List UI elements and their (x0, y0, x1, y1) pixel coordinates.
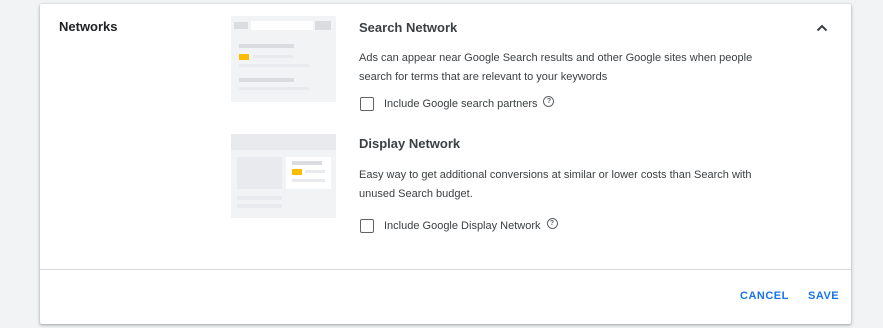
search-partners-checkbox[interactable] (360, 97, 374, 111)
collapse-button[interactable] (812, 19, 832, 37)
display-network-title: Display Network (359, 136, 461, 151)
search-partners-label: Include Google search partners (384, 98, 538, 110)
help-circle-icon[interactable]: ? (543, 95, 555, 107)
chevron-up-icon (816, 24, 828, 32)
search-network-description: Ads can appear near Google Search result… (359, 52, 753, 83)
search-network-title: Search Network (359, 20, 458, 35)
footer-divider (40, 269, 851, 270)
section-title: Networks (59, 19, 118, 34)
display-network-label: Include Google Display Network (384, 220, 541, 232)
help-circle-icon[interactable]: ? (546, 217, 558, 229)
save-button[interactable]: SAVE (808, 290, 839, 302)
display-network-checkbox[interactable] (360, 219, 374, 233)
display-network-illustration (231, 134, 336, 218)
search-partners-option[interactable]: Include Google search partners ? (360, 95, 555, 111)
networks-card: Networks Search Network Ads can appear n… (40, 4, 851, 324)
search-network-illustration (231, 16, 336, 102)
display-network-option[interactable]: Include Google Display Network ? (360, 217, 558, 233)
cancel-button[interactable]: CANCEL (740, 290, 789, 302)
display-network-description: Easy way to get additional conversions a… (359, 169, 752, 200)
